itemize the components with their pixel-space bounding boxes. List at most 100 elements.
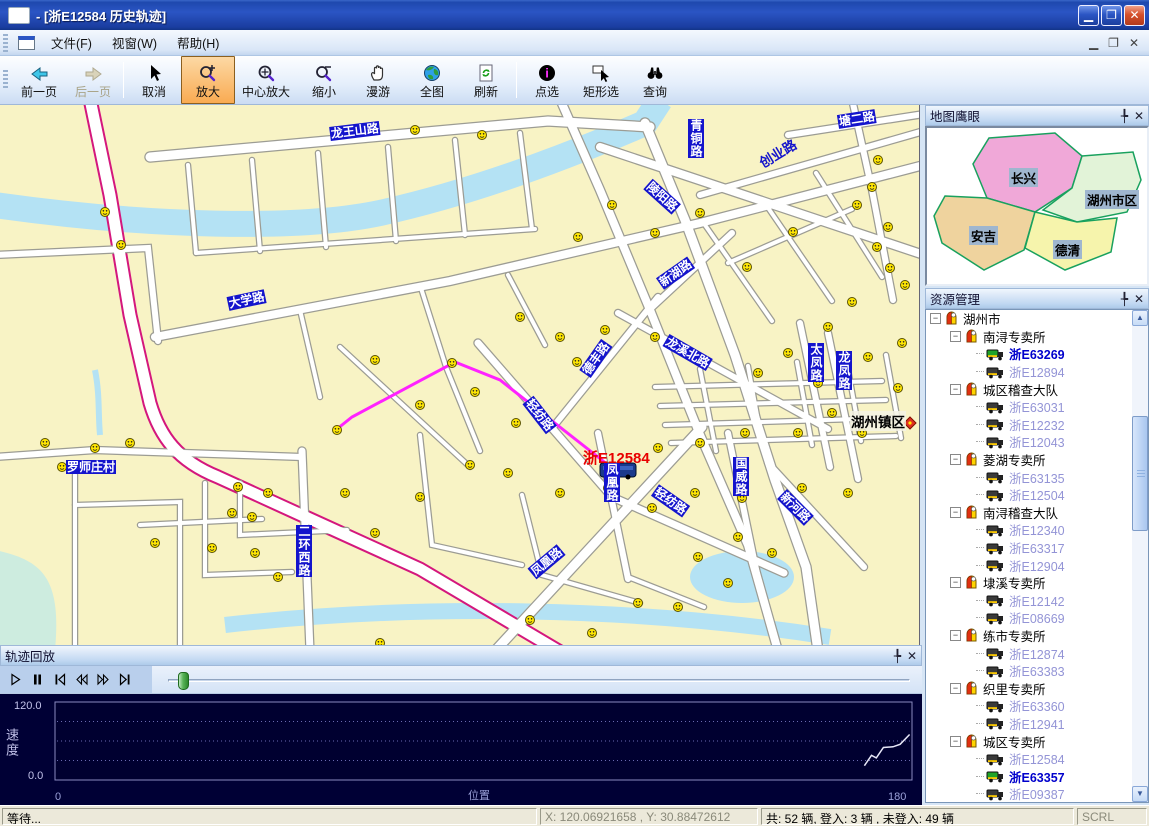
smiley-marker <box>234 483 243 492</box>
scroll-up-button[interactable]: ▲ <box>1132 310 1148 326</box>
eagle-eye-map[interactable]: 长兴湖州市区安吉德清 <box>925 126 1149 286</box>
tree-root-city[interactable]: −湖州市 <box>926 310 1148 328</box>
toolbar-zoom-out-button[interactable]: 缩小 <box>297 56 351 104</box>
tree-item-label: 浙E63317 <box>1009 538 1065 557</box>
rewind-button[interactable] <box>70 669 92 690</box>
toolbar-center-zoom-button[interactable]: 中心放大 <box>235 56 297 104</box>
mdi-minimize-button[interactable]: ▁ <box>1089 36 1098 50</box>
vehicle-icon[interactable] <box>600 463 636 480</box>
tree-group[interactable]: −南浔专卖所 <box>926 328 1148 346</box>
pin-icon[interactable]: ╄ <box>894 650 901 662</box>
playback-panel-header: 轨迹回放 ╄ ✕ <box>0 645 922 666</box>
tree-vehicle[interactable]: 浙E12904 <box>926 556 1148 574</box>
tree-group[interactable]: −城区专卖所 <box>926 732 1148 750</box>
tree-vehicle[interactable]: 浙E08669 <box>926 609 1148 627</box>
tree-connector <box>976 371 984 372</box>
tree-item-label: 浙E63383 <box>1009 661 1065 680</box>
smiley-marker <box>724 579 733 588</box>
tree-collapse-icon[interactable]: − <box>950 630 961 641</box>
smiley-marker <box>608 201 617 210</box>
menu-item-0[interactable]: 文件(F) <box>41 34 102 54</box>
tree-collapse-icon[interactable]: − <box>950 683 961 694</box>
pin-icon[interactable]: ╄ <box>1121 110 1128 122</box>
smiley-marker <box>844 489 853 498</box>
smiley-marker <box>151 539 160 548</box>
toolbar-query-button[interactable]: 查询 <box>628 56 682 104</box>
tree-vehicle[interactable]: 浙E12874 <box>926 644 1148 662</box>
close-icon[interactable]: ✕ <box>1134 293 1144 305</box>
title-bar: - [浙E12584 历史轨迹] ▁ ❐ ✕ <box>0 0 1149 30</box>
slider-thumb[interactable] <box>178 672 189 690</box>
tree-collapse-icon[interactable]: − <box>950 454 961 465</box>
tree-collapse-icon[interactable]: − <box>950 331 961 342</box>
tree-vehicle[interactable]: 浙E09387 <box>926 785 1148 803</box>
tree-collapse-icon[interactable]: − <box>930 313 941 324</box>
tree-vehicle[interactable]: 浙E12340 <box>926 521 1148 539</box>
scroll-down-button[interactable]: ▼ <box>1132 786 1148 802</box>
tree-vehicle[interactable]: 浙E63135 <box>926 468 1148 486</box>
tree-vehicle[interactable]: 浙E63357 <box>926 767 1148 785</box>
tree-vehicle[interactable]: 浙E12584 <box>926 750 1148 768</box>
smiley-marker <box>853 201 862 210</box>
tree-item-label: 浙E12904 <box>1009 556 1065 575</box>
truck-icon <box>986 769 1005 783</box>
tree-vehicle[interactable]: 浙E63031 <box>926 398 1148 416</box>
toolbar-prev-page-button[interactable]: 前一页 <box>12 56 66 104</box>
toolbar-zoom-in-button[interactable]: 放大 <box>181 56 235 104</box>
smiley-marker <box>573 358 582 367</box>
tree-vehicle[interactable]: 浙E63360 <box>926 697 1148 715</box>
close-button[interactable]: ✕ <box>1124 5 1145 26</box>
tree-vehicle[interactable]: 浙E12232 <box>926 416 1148 434</box>
tree-group[interactable]: −练市专卖所 <box>926 627 1148 645</box>
tree-vehicle[interactable]: 浙E63317 <box>926 539 1148 557</box>
minimize-button[interactable]: ▁ <box>1078 5 1099 26</box>
tree-vehicle[interactable]: 浙E63383 <box>926 662 1148 680</box>
tree-item-label: 菱湖专卖所 <box>983 450 1046 469</box>
tree-collapse-icon[interactable]: − <box>950 736 961 747</box>
close-icon[interactable]: ✕ <box>1134 110 1144 122</box>
pin-icon[interactable]: ╄ <box>1121 293 1128 305</box>
toolbar-rect-select-button[interactable]: 矩形选 <box>574 56 628 104</box>
restore-button[interactable]: ❐ <box>1101 5 1122 26</box>
smiley-marker <box>886 264 895 273</box>
menu-item-2[interactable]: 帮助(H) <box>167 34 229 54</box>
tree-vehicle[interactable]: 浙E12504 <box>926 486 1148 504</box>
toolbar-point-select-button[interactable]: i点选 <box>520 56 574 104</box>
truck-icon <box>986 523 1005 537</box>
mdi-restore-button[interactable]: ❐ <box>1108 36 1119 50</box>
tree-vehicle[interactable]: 浙E63269 <box>926 345 1148 363</box>
pause-button[interactable] <box>26 669 48 690</box>
truck-icon <box>986 593 1005 607</box>
close-icon[interactable]: ✕ <box>907 650 917 662</box>
tree-group[interactable]: −城区稽查大队 <box>926 380 1148 398</box>
tree-vehicle[interactable]: 浙E12043 <box>926 433 1148 451</box>
x-tick-min: 0 <box>55 791 61 803</box>
toolbar-pan-button[interactable]: 漫游 <box>351 56 405 104</box>
tree-scrollbar[interactable]: ▲ ▼ <box>1132 310 1148 802</box>
tree-vehicle[interactable]: 浙E12894 <box>926 363 1148 381</box>
tree-group[interactable]: − 菱湖专卖所 <box>926 451 1148 469</box>
skip-end-button[interactable] <box>114 669 136 690</box>
mdi-close-button[interactable]: ✕ <box>1129 36 1139 50</box>
organization-icon <box>964 452 979 467</box>
toolbar-next-page-button[interactable]: 后一页 <box>66 56 120 104</box>
fast-forward-button[interactable] <box>92 669 114 690</box>
toolbar-full-map-button[interactable]: 全图 <box>405 56 459 104</box>
play-button[interactable] <box>4 669 26 690</box>
tree-group[interactable]: −埭溪专卖所 <box>926 574 1148 592</box>
tree-collapse-icon[interactable]: − <box>950 577 961 588</box>
toolbar-cancel-button[interactable]: 取消 <box>127 56 181 104</box>
menu-item-1[interactable]: 视窗(W) <box>102 34 167 54</box>
tree-group[interactable]: −南浔稽查大队 <box>926 504 1148 522</box>
scrollbar-thumb[interactable] <box>1132 416 1148 531</box>
tree-collapse-icon[interactable]: − <box>950 384 961 395</box>
playback-slider[interactable] <box>168 679 910 682</box>
skip-start-button[interactable] <box>48 669 70 690</box>
tree-group[interactable]: −织里专卖所 <box>926 679 1148 697</box>
toolbar-refresh-button[interactable]: 刷新 <box>459 56 513 104</box>
tree-collapse-icon[interactable]: − <box>950 507 961 518</box>
tree-item-label: 浙E12043 <box>1009 432 1065 451</box>
tree-vehicle[interactable]: 浙E12941 <box>926 715 1148 733</box>
map-canvas[interactable]: 龙王山路青铜路陵阳路塘二路创业路新湖路大学路德丰路龙溪北路轻纺路轻纺路凤凰路凤凰… <box>0 105 920 645</box>
tree-vehicle[interactable]: 浙E12142 <box>926 592 1148 610</box>
